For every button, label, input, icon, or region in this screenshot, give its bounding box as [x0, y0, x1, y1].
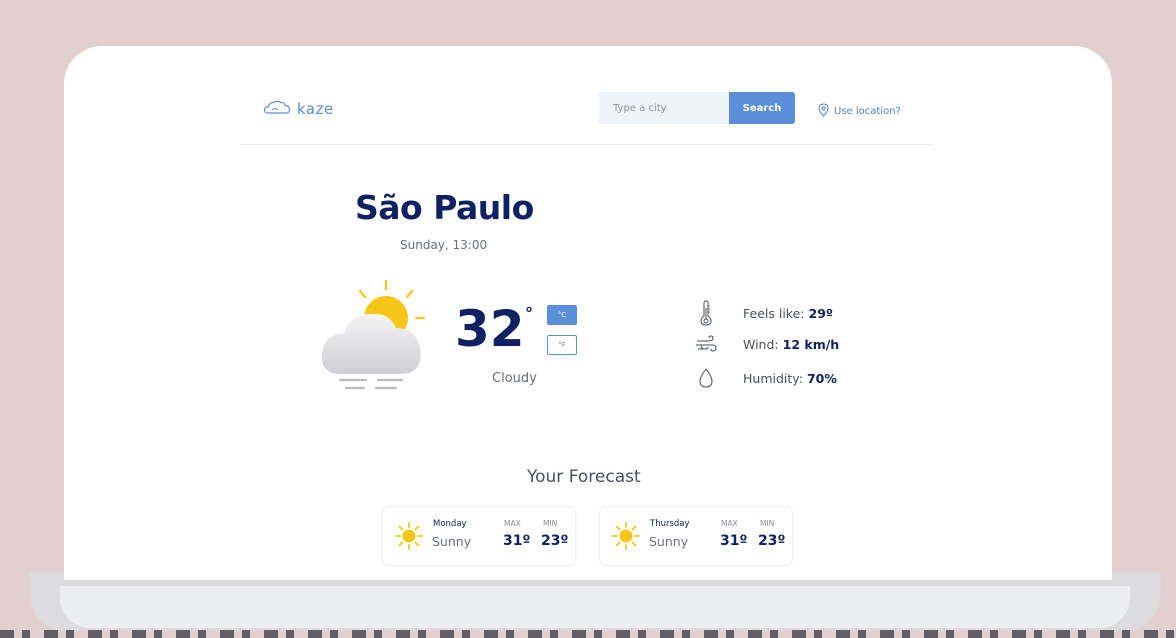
city-name: São Paulo: [355, 188, 534, 227]
feels-like-row: Feels like: 29º: [694, 300, 833, 326]
sun-icon: [612, 522, 640, 554]
search-button[interactable]: Search: [729, 92, 795, 124]
condition-label: Cloudy: [492, 371, 537, 386]
max-label: MAX: [721, 519, 738, 528]
forecast-card[interactable]: Monday Sunny MAX MIN 31º 23º: [382, 506, 576, 566]
device-screen: kaze Search Use location? São Paulo Sund…: [64, 46, 1112, 580]
wind-value: 12 km/h: [782, 336, 840, 352]
header-divider: [240, 144, 934, 145]
humidity-value: 70%: [806, 370, 837, 386]
cloud-logo-icon: [263, 98, 293, 120]
current-date: Sunday, 13:00: [400, 238, 488, 252]
min-temp: 23º: [541, 533, 569, 549]
sun-icon: [395, 522, 423, 554]
humidity-label: Humidity:: [743, 370, 803, 386]
location-pin-icon: [818, 102, 829, 121]
feels-like-label: Feels like:: [743, 305, 805, 321]
celsius-toggle[interactable]: °C: [547, 305, 577, 325]
forecast-day: Monday: [433, 519, 467, 529]
max-temp: 31º: [720, 533, 748, 549]
logo-text: kaze: [297, 100, 334, 118]
wind-label: Wind:: [743, 336, 779, 352]
sun-behind-cloud-icon: [320, 278, 430, 400]
wind-row: Wind: 12 km/h: [694, 335, 839, 353]
logo[interactable]: kaze: [263, 98, 334, 120]
fahrenheit-toggle[interactable]: °F: [547, 335, 577, 355]
wind-icon: [694, 335, 718, 353]
min-temp: 23º: [758, 533, 786, 549]
forecast-title: Your Forecast: [527, 467, 641, 487]
thermometer-icon: [694, 300, 718, 326]
decorative-strip: [0, 630, 1176, 638]
max-label: MAX: [504, 519, 521, 528]
forecast-day: Thursday: [650, 519, 690, 529]
use-location-label: Use location?: [834, 106, 901, 117]
feels-like-value: 29º: [808, 305, 833, 321]
device-base: [60, 586, 1130, 628]
use-location-link[interactable]: Use location?: [818, 102, 901, 121]
max-temp: 31º: [503, 533, 531, 549]
min-label: MIN: [543, 519, 558, 528]
degree-symbol: °: [525, 304, 533, 323]
humidity-row: Humidity: 70%: [694, 368, 837, 388]
forecast-condition: Sunny: [649, 534, 689, 549]
temperature-value: 32: [455, 300, 525, 358]
city-search-input[interactable]: [599, 92, 729, 124]
min-label: MIN: [760, 519, 775, 528]
humidity-drop-icon: [694, 368, 718, 388]
forecast-card[interactable]: Thursday Sunny MAX MIN 31º 23º: [599, 506, 793, 566]
forecast-condition: Sunny: [432, 534, 472, 549]
